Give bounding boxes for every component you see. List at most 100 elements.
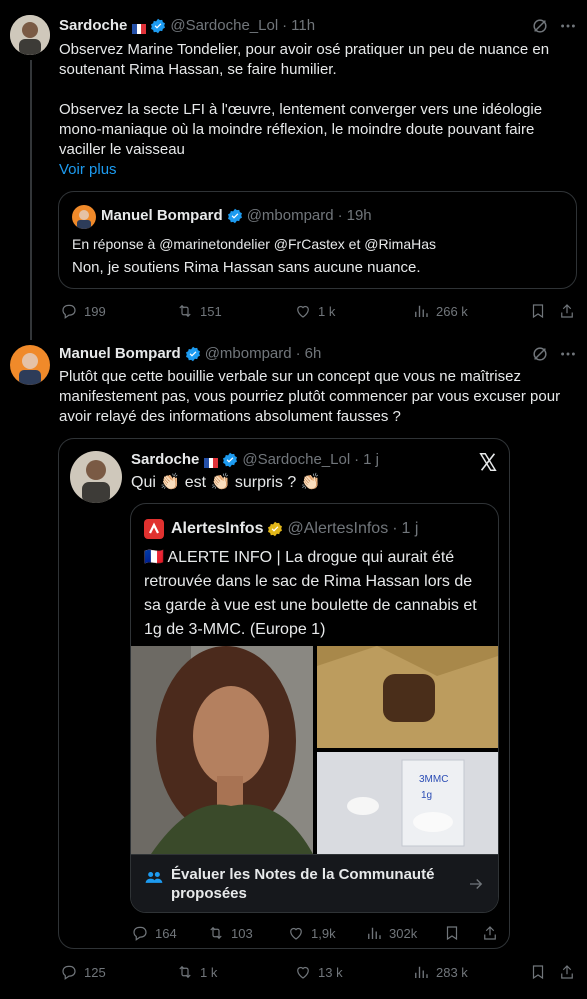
timestamp[interactable]: 6h xyxy=(305,345,322,362)
reply-button[interactable]: 164 xyxy=(131,924,177,942)
separator-dot: · xyxy=(354,451,360,468)
tweet-header: Manuel Bompard @mbompard · 6h xyxy=(59,345,321,362)
heart-icon xyxy=(297,305,309,318)
reply-icon xyxy=(133,926,147,941)
share-icon xyxy=(561,965,573,979)
more-options-icon[interactable] xyxy=(559,345,577,363)
inner-author-handle: @AlertesInfos xyxy=(287,520,389,537)
repost-button[interactable]: 151 xyxy=(176,302,222,320)
author-name[interactable]: Manuel Bompard xyxy=(59,345,181,362)
share-icon xyxy=(484,926,496,940)
embed-author-handle: @Sardoche_Lol xyxy=(242,451,351,468)
grok-icon[interactable] xyxy=(531,17,549,35)
repost-button[interactable]: 103 xyxy=(207,924,253,942)
share-button[interactable] xyxy=(481,924,499,942)
share-button[interactable] xyxy=(558,302,576,320)
views-icon xyxy=(368,927,381,939)
bookmark-button[interactable] xyxy=(529,302,547,320)
reply-button[interactable]: 199 xyxy=(60,302,106,320)
like-button[interactable]: 1,9k xyxy=(287,924,336,942)
separator-dot: · xyxy=(392,520,398,537)
reply-button[interactable]: 125 xyxy=(60,963,106,981)
repost-count: 151 xyxy=(200,303,222,319)
reply-prefix: En réponse à xyxy=(72,236,156,252)
photo-3mmc-bag[interactable]: 3MMC 1g xyxy=(317,752,498,854)
quoted-tweet[interactable]: Manuel Bompard @mbompard · 19h En répons… xyxy=(58,191,577,289)
reply-count: 125 xyxy=(84,964,106,980)
reply-targets: @marinetondelier @FrCastex et @RimaHas xyxy=(159,236,437,252)
photo-portrait[interactable] xyxy=(131,646,313,854)
reply-count: 199 xyxy=(84,303,106,319)
quoted-timestamp: 19h xyxy=(346,207,372,224)
quoted-text: Non, je soutiens Rima Hassan sans aucune… xyxy=(72,259,421,276)
views-count: 302k xyxy=(389,925,418,941)
separator-dot: · xyxy=(282,17,288,34)
france-flag-icon xyxy=(204,455,219,468)
repost-icon xyxy=(179,304,191,318)
repost-icon xyxy=(179,965,191,979)
views-button[interactable]: 302k xyxy=(365,924,417,942)
community-notes-label: Évaluer les Notes de la Communauté propo… xyxy=(171,866,435,902)
embed-header: Sardoche @Sardoche_Lol · 1 j xyxy=(131,451,379,468)
grok-icon[interactable] xyxy=(531,345,549,363)
avatar-bompard-small[interactable] xyxy=(72,205,96,229)
tweet-paragraph-1: Observez Marine Tondelier, pour avoir os… xyxy=(59,41,550,78)
avatar-sardoche[interactable] xyxy=(10,15,50,55)
x-logo-icon[interactable] xyxy=(477,451,499,473)
views-button[interactable]: 283 k xyxy=(412,963,468,981)
tweet-header: Sardoche @Sardoche_Lol · 11h xyxy=(59,17,315,34)
bookmark-icon xyxy=(532,965,544,980)
verified-badge-icon xyxy=(222,452,238,468)
reply-context: En réponse à @marinetondelier @FrCastex … xyxy=(72,234,436,254)
share-icon xyxy=(561,304,573,318)
tweet-paragraph-2: Observez la secte LFI à l'œuvre, lenteme… xyxy=(59,101,543,158)
more-options-icon[interactable] xyxy=(559,17,577,35)
tweet-actions: 199 151 1 k 266 k xyxy=(0,301,587,321)
reply-icon xyxy=(62,965,76,980)
photo-cannabis[interactable] xyxy=(317,646,498,748)
verified-badge-icon xyxy=(227,208,243,224)
like-button[interactable]: 13 k xyxy=(294,963,343,981)
bookmark-icon xyxy=(532,304,544,319)
repost-count: 103 xyxy=(231,925,253,941)
separator-dot: · xyxy=(337,207,343,224)
verified-gold-badge-icon xyxy=(267,521,283,537)
bag-label-2: 1g xyxy=(421,790,432,801)
community-notes-banner[interactable]: Évaluer les Notes de la Communauté propo… xyxy=(131,854,498,912)
verified-badge-icon xyxy=(185,346,201,362)
share-button[interactable] xyxy=(558,963,576,981)
timestamp[interactable]: 11h xyxy=(291,17,315,34)
like-count: 1,9k xyxy=(311,925,336,941)
thread-line xyxy=(30,60,32,340)
repost-icon xyxy=(210,926,222,940)
embed-text: Qui 👏🏻 est 👏🏻 surpris ? 👏🏻 xyxy=(131,474,321,491)
author-handle[interactable]: @Sardoche_Lol xyxy=(170,17,278,34)
separator-dot: · xyxy=(295,345,301,362)
embed-timestamp: 1 j xyxy=(363,451,380,468)
like-count: 1 k xyxy=(318,303,336,319)
reply-count: 164 xyxy=(155,925,177,941)
embed-author-name: Sardoche xyxy=(131,451,200,468)
author-handle[interactable]: @mbompard xyxy=(205,345,292,362)
views-icon xyxy=(415,966,428,978)
tweet-text: Observez Marine Tondelier, pour avoir os… xyxy=(59,40,579,180)
quoted-header: Manuel Bompard @mbompard · 19h xyxy=(101,207,372,224)
bookmark-button[interactable] xyxy=(443,924,461,942)
embedded-tweet[interactable]: Sardoche @Sardoche_Lol · 1 j Qui 👏🏻 est … xyxy=(58,438,510,949)
views-icon xyxy=(415,305,428,317)
author-name[interactable]: Sardoche xyxy=(59,17,127,34)
avatar-sardoche-embed[interactable] xyxy=(70,451,122,503)
avatar-bompard[interactable] xyxy=(10,345,50,385)
like-button[interactable]: 1 k xyxy=(294,302,335,320)
france-flag-icon xyxy=(132,21,147,34)
show-more-link[interactable]: Voir plus xyxy=(59,160,579,180)
tweet-actions: 125 1 k 13 k 283 k xyxy=(0,962,587,982)
tweet-sardoche[interactable]: Sardoche @Sardoche_Lol · 11h Observez Ma… xyxy=(0,0,587,340)
repost-count: 1 k xyxy=(200,964,218,980)
tweet-bompard[interactable]: Manuel Bompard @mbompard · 6h Plutôt que… xyxy=(0,335,587,999)
views-button[interactable]: 266 k xyxy=(412,302,468,320)
inner-quote-header: AlertesInfos @AlertesInfos · 1 j xyxy=(171,520,418,538)
repost-button[interactable]: 1 k xyxy=(176,963,217,981)
bookmark-button[interactable] xyxy=(529,963,547,981)
inner-quoted-tweet[interactable]: AlertesInfos @AlertesInfos · 1 j 🇫🇷 ALER… xyxy=(130,503,499,913)
